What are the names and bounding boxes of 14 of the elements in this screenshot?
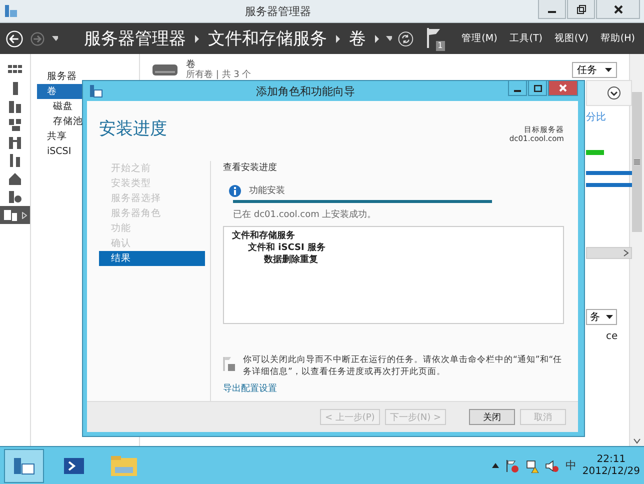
section-title: 卷 [186,60,196,70]
notification-badge: 1 [436,40,445,50]
dialog-title: 添加角色和功能向导 [255,84,356,98]
section-subtitle: 所有卷 | 共 3 个 [186,70,252,80]
note-text: 你可以关闭此向导而不中断正在运行的任务。请依次单击命令栏中的“通知”和“任务详细信息”，以查看任务进度或再次打开此页面。 [243,354,564,378]
partial-text: ce [606,331,619,342]
result-message: 已在 dc01.cool.com 上安装成功。 [233,208,378,222]
result-item: 文件和 iSCSI 服务 [248,242,326,254]
status-text: 功能安装 [249,184,285,197]
section-label: 查看安装进度 [223,162,278,174]
result-item: 文件和存储服务 [232,230,296,242]
window-title: 服务器管理器 [244,4,312,18]
page-heading: 安装进度 [99,118,167,141]
result-item: 数据删除重复 [264,254,319,266]
